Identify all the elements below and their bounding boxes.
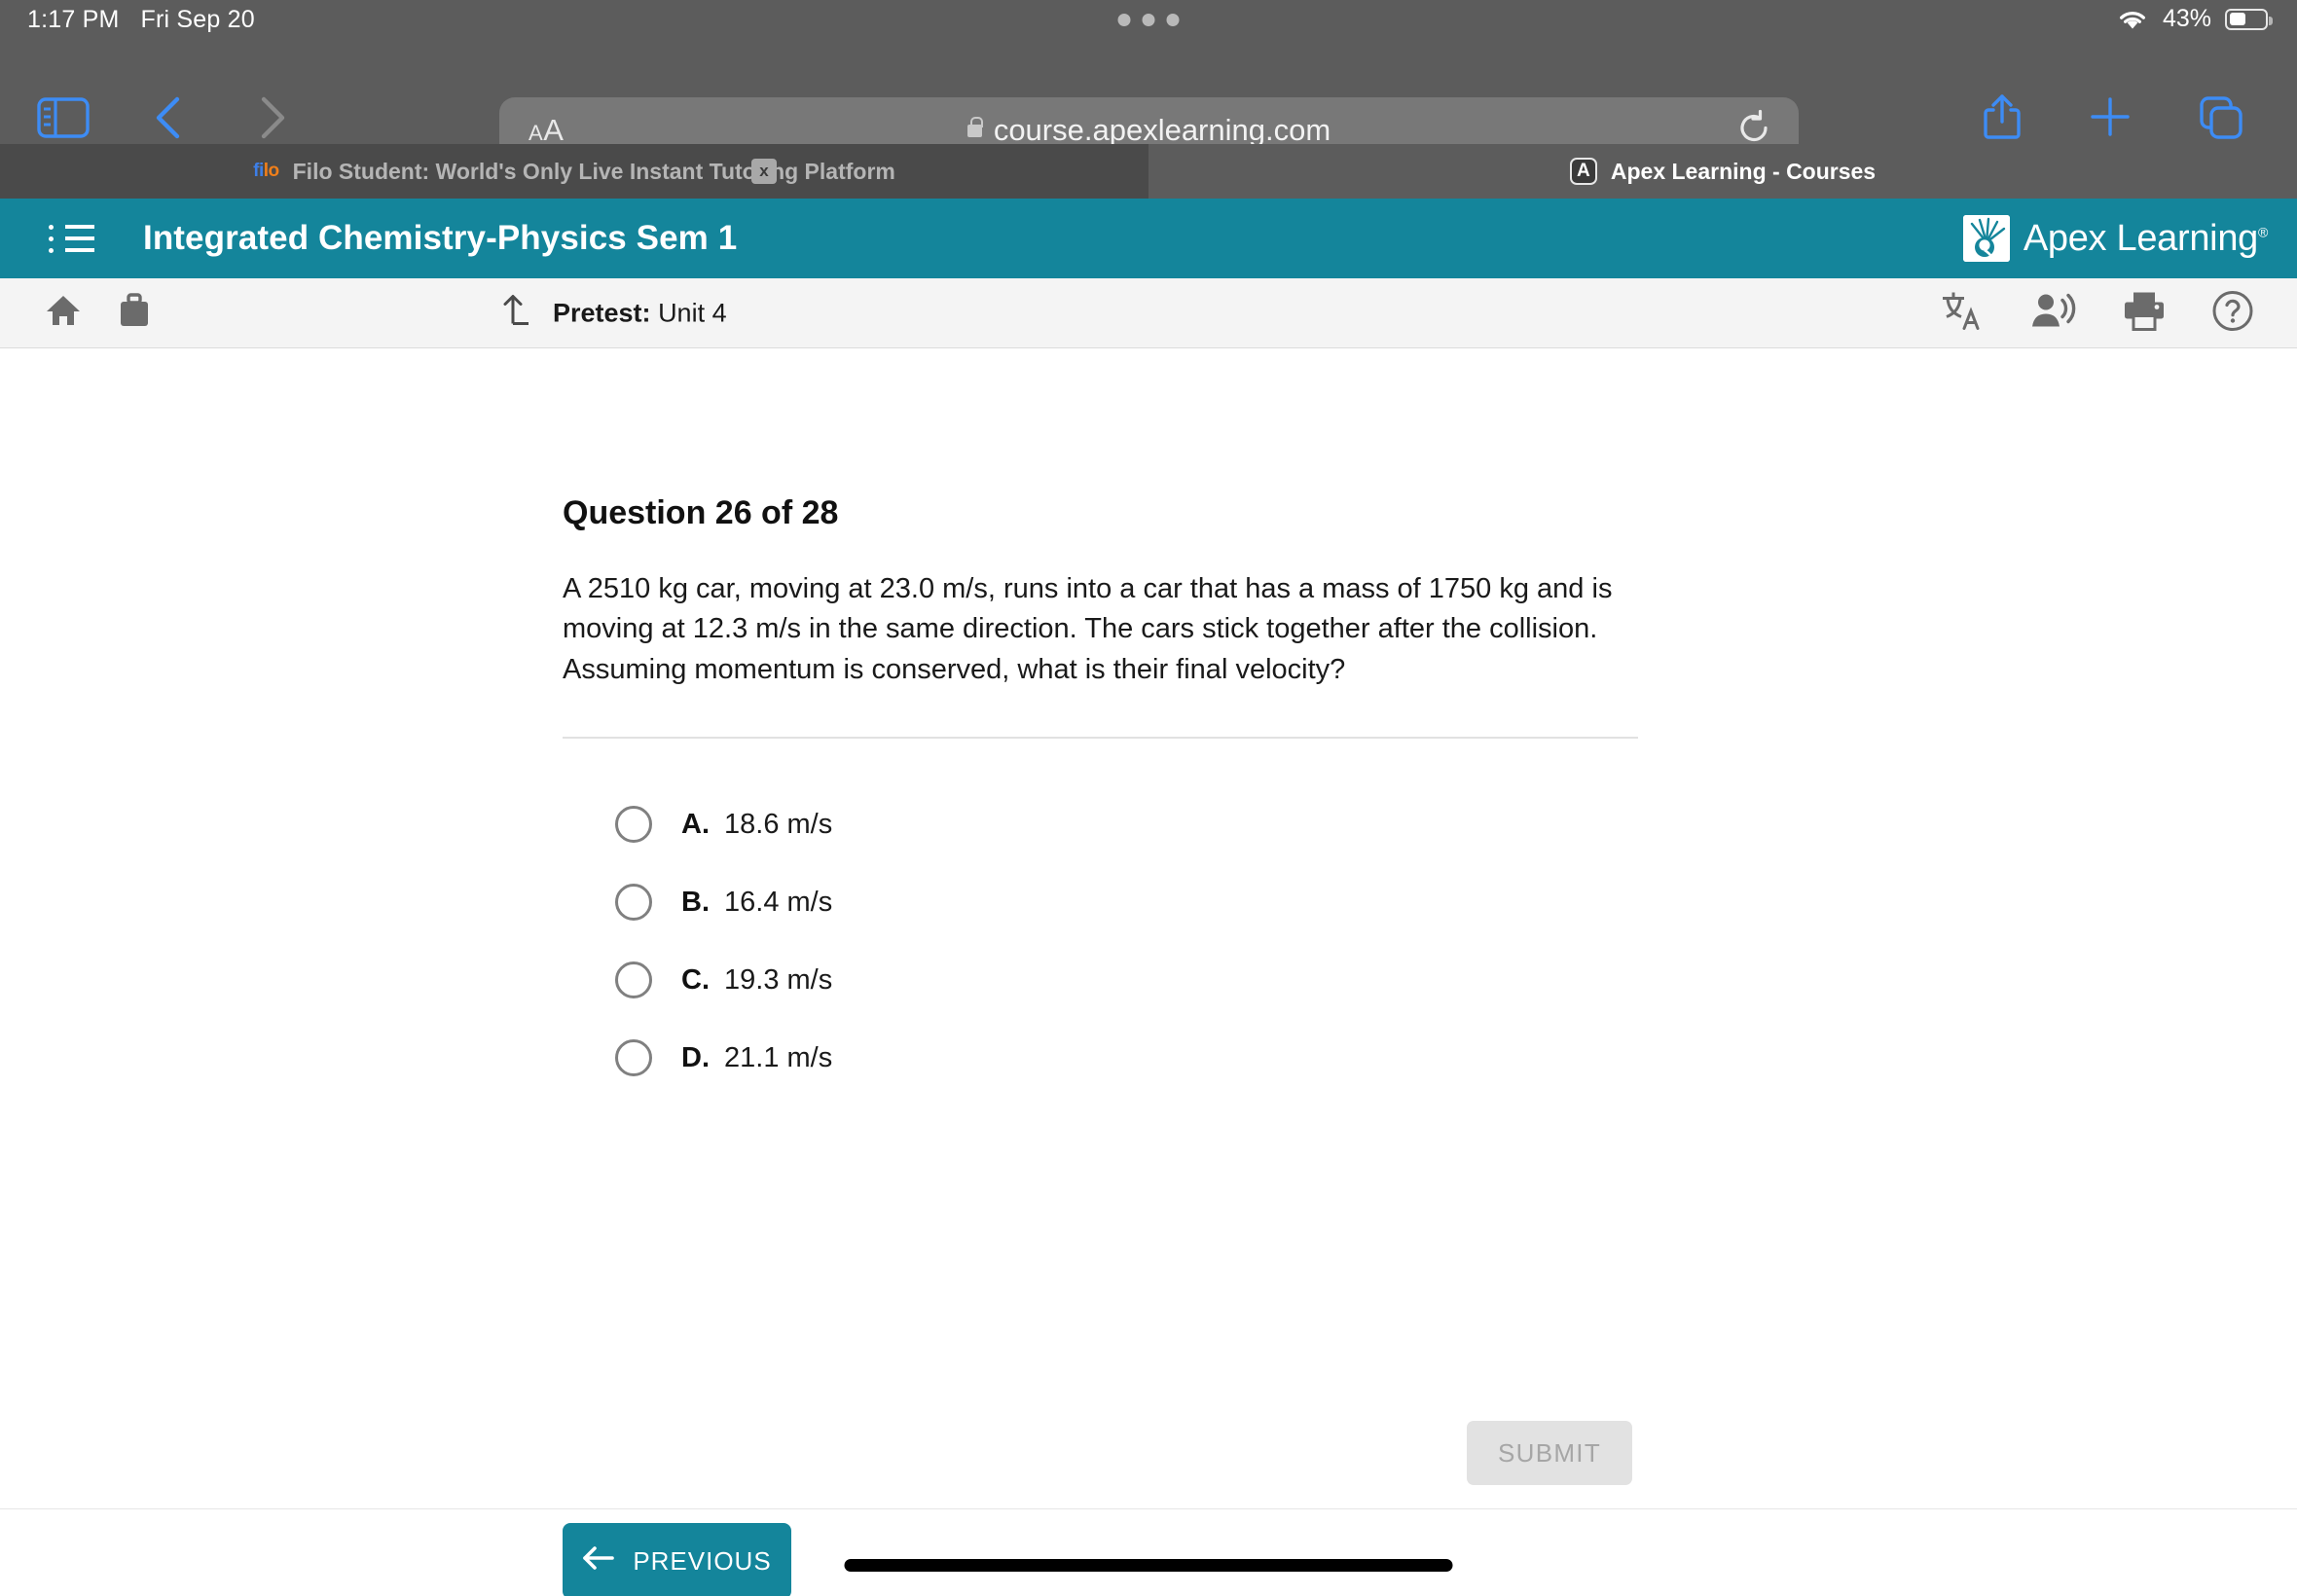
option-letter: A.	[681, 808, 710, 840]
home-icon[interactable]	[45, 293, 82, 333]
question-block: Question 26 of 28 A 2510 kg car, moving …	[563, 494, 1638, 1097]
url-text: course.apexlearning.com	[993, 113, 1331, 147]
brand-name: Apex Learning®	[2023, 217, 2268, 259]
activity-name: Unit 4	[658, 298, 727, 327]
status-time: 1:17 PM	[27, 6, 120, 33]
option-text: 16.4 m/s	[724, 886, 833, 918]
share-icon[interactable]	[1981, 91, 2024, 147]
chevron-right-icon	[255, 94, 290, 146]
help-circle-icon[interactable]	[2211, 289, 2254, 337]
activity-toolbar-left	[45, 292, 152, 334]
activity-toolbar-right	[1939, 289, 2254, 337]
status-bar: 1:17 PM Fri Sep 20 43%	[0, 0, 2297, 41]
option-text: 18.6 m/s	[724, 808, 833, 840]
submit-button[interactable]: SUBMIT	[1467, 1421, 1632, 1485]
activity-type: Pretest:	[553, 298, 651, 327]
course-title: Integrated Chemistry-Physics Sem 1	[143, 219, 738, 257]
activity-label: Pretest: Unit 4	[553, 298, 727, 328]
arrow-up-from-line-icon	[496, 291, 531, 335]
safari-toolbar: AA course.apexlearning.com	[0, 41, 2297, 163]
answer-options: A. 18.6 m/s B. 16.4 m/s C. 19.3 m/s D. 2…	[563, 785, 1638, 1097]
web-page: Integrated Chemistry-Physics Sem 1 Apex …	[0, 199, 2297, 1596]
battery-icon	[2225, 8, 2273, 30]
status-bar-right: 43%	[2116, 5, 2273, 33]
apex-learning-brand: Apex Learning®	[1962, 215, 2268, 262]
previous-label: PREVIOUS	[633, 1545, 772, 1576]
answer-option-b[interactable]: B. 16.4 m/s	[563, 863, 1638, 941]
print-icon[interactable]	[2122, 290, 2167, 336]
tab-title: Filo Student: World's Only Live Instant …	[292, 158, 895, 184]
browser-tab-filo[interactable]: filo Filo Student: World's Only Live Ins…	[0, 144, 1148, 199]
lock-icon	[966, 116, 983, 137]
status-date: Fri Sep 20	[140, 6, 255, 33]
option-letter: B.	[681, 886, 710, 918]
tab-title: Apex Learning - Courses	[1610, 158, 1877, 184]
close-icon[interactable]: x	[751, 159, 777, 184]
home-indicator[interactable]	[844, 1559, 1453, 1572]
activity-toolbar: Pretest: Unit 4	[0, 278, 2297, 348]
address-bar-content: course.apexlearning.com	[499, 113, 1799, 148]
question-body: A 2510 kg car, moving at 23.0 m/s, runs …	[563, 573, 1613, 685]
option-letter: D.	[681, 1041, 710, 1073]
apex-sunburst-logo-icon	[1962, 215, 2010, 262]
read-aloud-icon[interactable]	[2030, 290, 2077, 336]
answer-option-c[interactable]: C. 19.3 m/s	[563, 941, 1638, 1019]
browser-tab-apex[interactable]: A Apex Learning - Courses	[1148, 144, 2297, 199]
radio-button[interactable]	[615, 1039, 652, 1077]
radio-button[interactable]	[615, 961, 652, 999]
option-text: 21.1 m/s	[724, 1041, 833, 1073]
previous-button[interactable]: PREVIOUS	[563, 1523, 791, 1596]
chevron-left-icon[interactable]	[151, 94, 186, 146]
radio-button[interactable]	[615, 884, 652, 922]
apex-favicon: A	[1569, 158, 1597, 185]
arrow-left-icon	[582, 1545, 615, 1578]
navigation-bar: PREVIOUS	[0, 1508, 2297, 1596]
question-heading: Question 26 of 28	[563, 494, 839, 531]
answer-option-d[interactable]: D. 21.1 m/s	[563, 1019, 1638, 1097]
status-bar-left: 1:17 PM Fri Sep 20	[27, 6, 255, 34]
sidebar-icon[interactable]	[37, 97, 90, 143]
app-header: Integrated Chemistry-Physics Sem 1 Apex …	[0, 199, 2297, 278]
battery-percent: 43%	[2162, 5, 2211, 32]
submit-area: SUBMIT	[1467, 1421, 1632, 1485]
filo-favicon: filo	[253, 161, 279, 181]
briefcase-icon[interactable]	[117, 292, 152, 334]
tabs-overview-icon[interactable]	[2198, 94, 2244, 146]
radio-button[interactable]	[615, 806, 652, 844]
activity-breadcrumb: Pretest: Unit 4	[496, 291, 727, 335]
plus-icon[interactable]	[2088, 94, 2133, 144]
tab-strip: filo Filo Student: World's Only Live Ins…	[0, 144, 2297, 199]
question-divider	[563, 737, 1638, 740]
option-letter: C.	[681, 963, 710, 996]
ipad-safari-window: 1:17 PM Fri Sep 20 43% AA course.apexlea…	[0, 0, 2297, 1596]
list-menu-icon[interactable]	[49, 224, 94, 253]
option-text: 19.3 m/s	[724, 963, 833, 996]
translate-icon[interactable]	[1939, 289, 1986, 337]
wifi-icon	[2116, 7, 2149, 32]
answer-option-a[interactable]: A. 18.6 m/s	[563, 785, 1638, 863]
three-dots-handle[interactable]	[1117, 14, 1180, 26]
